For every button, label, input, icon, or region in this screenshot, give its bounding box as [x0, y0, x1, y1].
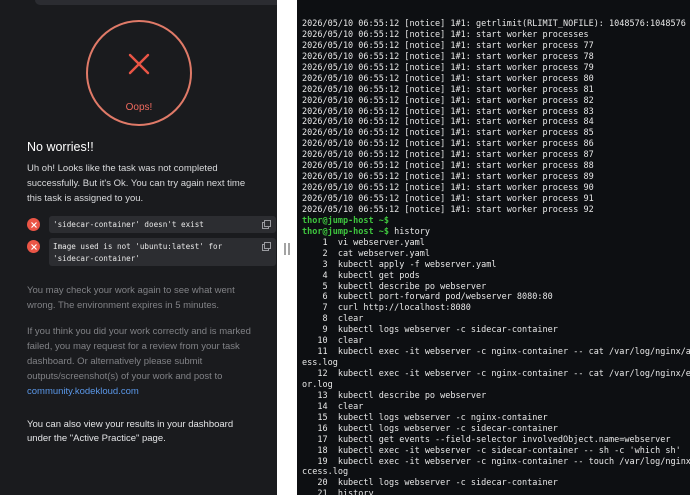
review-request-note: If you think you did your work correctly… — [27, 324, 259, 399]
terminal-line: 2026/05/10 06:55:12 [notice] 1#1: start … — [302, 150, 594, 161]
terminal-line: 16 kubectl logs webserver -c sidecar-con… — [302, 423, 558, 434]
check-work-note: You may check your work again to see wha… — [27, 285, 235, 311]
terminal-line: 20 kubectl logs webserver -c sidecar-con… — [302, 478, 558, 489]
terminal-line: 15 kubectl logs webserver -c nginx-conta… — [302, 412, 548, 423]
terminal-line: 11 kubectl exec -it webserver -c nginx-c… — [302, 347, 690, 358]
terminal-line: 9 kubectl logs webserver -c sidecar-cont… — [302, 325, 558, 336]
terminal-line: 13 kubectl describe po webserver — [302, 390, 487, 401]
terminal-line: 5 kubectl describe po webserver — [302, 281, 487, 292]
terminal-line: 12 kubectl exec -it webserver -c nginx-c… — [302, 369, 690, 379]
terminal-line: 2026/05/10 06:55:12 [notice] 1#1: start … — [302, 62, 594, 73]
terminal-line: thor@jump-host ~$ history — [302, 227, 690, 238]
terminal-line: 2026/05/10 06:55:12 [notice] 1#1: start … — [302, 204, 594, 215]
terminal-prompt: thor@jump-host ~$ — [302, 215, 389, 226]
terminal-line: 1 vi webserver.yaml — [302, 237, 425, 248]
terminal-line: 2026/05/10 06:55:12 [notice] 1#1: start … — [302, 73, 594, 84]
terminal-line: 2026/05/10 06:55:12 [notice] 1#1: start … — [302, 40, 594, 51]
terminal-line: 2026/05/10 06:55:12 [notice] 1#1: start … — [302, 95, 594, 106]
copy-icon[interactable] — [262, 242, 271, 251]
error-message-box: Image used is not 'ubuntu:latest' for 's… — [49, 238, 276, 266]
terminal-line: 2026/05/10 06:55:12 [notice] 1#1: start … — [302, 51, 594, 62]
terminal-line: 21 history — [302, 489, 374, 495]
terminal-line: 8 clear — [302, 314, 364, 325]
task-result-panel: Oops! No worries!! Uh oh! Looks like the… — [0, 0, 277, 495]
terminal-line: 2026/05/10 06:55:12 [notice] 1#1: start … — [302, 128, 594, 139]
terminal-line: or.log — [302, 379, 333, 390]
terminal-line: 2026/05/10 06:55:12 [notice] 1#1: start … — [302, 139, 594, 150]
terminal-line: 2026/05/10 06:55:12 [notice] 1#1: start … — [302, 29, 589, 40]
terminal-line: 2026/05/10 06:55:12 [notice] 1#1: getrli… — [302, 19, 686, 29]
result-heading: No worries!! — [27, 140, 94, 154]
error-message: Image used is not 'ubuntu:latest' for 's… — [53, 242, 223, 263]
terminal-line: 2 cat webserver.yaml — [302, 248, 430, 259]
dashboard-results-note: You can also view your results in your d… — [27, 419, 234, 444]
terminal-line: 14 clear — [302, 401, 364, 412]
terminal-line: 2026/05/10 06:55:12 [notice] 1#1: start … — [302, 117, 594, 128]
terminal-output[interactable]: 2026/05/10 06:55:12 [notice] 1#1: getrli… — [302, 19, 690, 495]
result-intro-text: Uh oh! Looks like the task was not compl… — [27, 163, 246, 204]
terminal-line: 18 kubectl exec -it webserver -c sidecar… — [302, 445, 681, 456]
terminal-line: 2026/05/10 06:55:12 [notice] 1#1: start … — [302, 172, 594, 183]
failure-badge: Oops! — [86, 20, 192, 126]
copy-icon[interactable] — [262, 220, 271, 229]
terminal-line: 2026/05/10 06:55:12 [notice] 1#1: start … — [302, 194, 594, 204]
terminal-line: 2026/05/10 06:55:12 [notice] 1#1: start … — [302, 161, 594, 172]
terminal-line: 19 kubectl exec -it webserver -c nginx-c… — [302, 456, 690, 467]
terminal-line: 10 clear — [302, 336, 364, 347]
terminal-top-bar — [297, 0, 690, 12]
terminal-line: 3 kubectl apply -f webserver.yaml — [302, 259, 497, 270]
terminal-command: history — [389, 226, 430, 237]
terminal-line: thor@jump-host ~$ — [302, 216, 690, 227]
terminal-line: 6 kubectl port-forward pod/webserver 808… — [302, 292, 553, 303]
error-icon — [27, 218, 40, 231]
error-message: 'sidecar-container' doesn't exist — [53, 220, 204, 229]
community-link[interactable]: community.kodekloud.com — [27, 386, 139, 397]
terminal-line: 7 curl http://localhost:8080 — [302, 303, 471, 314]
drag-handle-icon[interactable] — [284, 243, 290, 255]
terminal-prompt: thor@jump-host ~$ — [302, 226, 389, 237]
terminal-line: 2026/05/10 06:55:12 [notice] 1#1: start … — [302, 84, 594, 95]
failure-status-label: Oops! — [125, 102, 153, 113]
terminal-line: 17 kubectl get events --field-selector i… — [302, 434, 671, 445]
review-note-text: If you think you did your work correctly… — [27, 326, 251, 382]
terminal-panel[interactable]: 2026/05/10 06:55:12 [notice] 1#1: getrli… — [297, 0, 690, 495]
error-icon — [27, 240, 40, 253]
terminal-line: ess.log — [302, 358, 338, 369]
panel-resizer[interactable] — [277, 0, 297, 495]
terminal-line: 4 kubectl get pods — [302, 270, 420, 281]
terminal-line: 2026/05/10 06:55:12 [notice] 1#1: start … — [302, 183, 594, 194]
error-message-box: 'sidecar-container' doesn't exist — [49, 216, 276, 233]
close-icon — [128, 53, 150, 75]
panel-top-strip — [35, 0, 277, 5]
terminal-line: ccess.log — [302, 467, 349, 478]
terminal-line: 2026/05/10 06:55:12 [notice] 1#1: start … — [302, 106, 594, 117]
